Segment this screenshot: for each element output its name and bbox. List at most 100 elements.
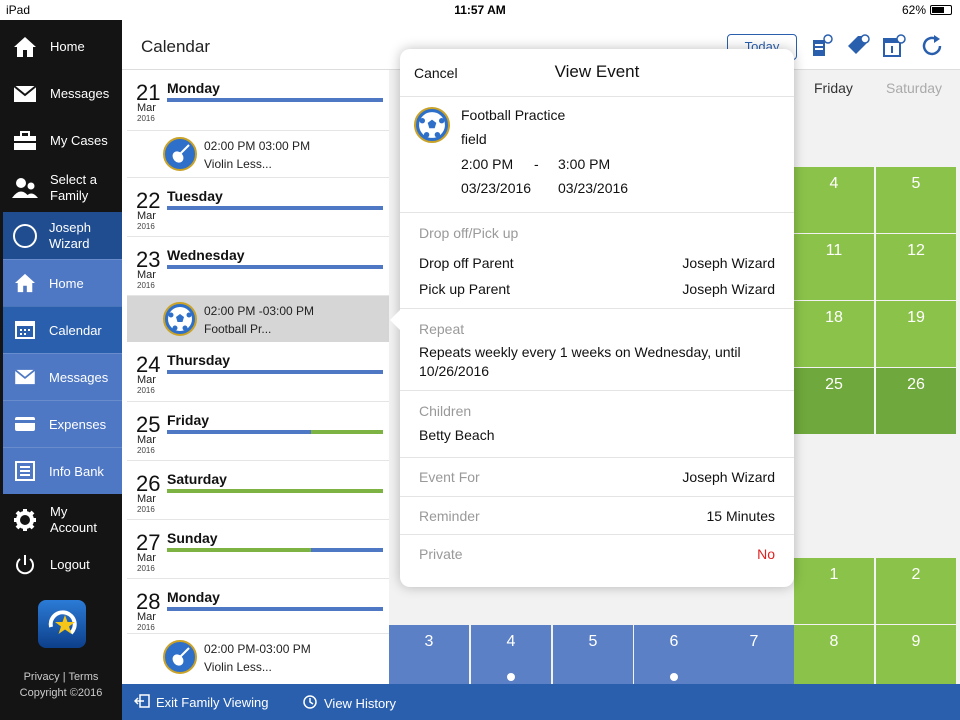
section-label: Drop off/Pick up [419,225,519,241]
sidebar-item-select-family[interactable]: Select a Family [0,164,122,211]
subitem-messages[interactable]: Messages [3,353,122,400]
add-list-icon[interactable] [810,34,834,58]
private-row: Private No [400,535,794,573]
day-cell[interactable]: 5 [553,625,633,691]
day-header[interactable]: 26 Mar 2016 Saturday [127,460,389,520]
list-item-selected[interactable]: 02:00 PM -03:00 PM Football Pr... [127,295,389,342]
exit-family-viewing-button[interactable]: Exit Family Viewing [133,694,268,711]
day-header[interactable]: 24 Mar 2016 Thursday [127,342,389,402]
event-summary: Football Practice field 2:00 PM - 3:00 P… [400,97,794,213]
day-header[interactable]: 21 Mar 2016 Monday [127,70,389,130]
history-label: View History [324,696,397,711]
day-cell[interactable]: 6 [634,625,714,691]
event-title: Football Practice [461,107,566,123]
day-number: 9 [911,633,921,650]
violin-icon [163,640,197,674]
subitem-info-bank[interactable]: Info Bank [3,447,122,494]
day-name: Monday [167,589,220,605]
day-cell[interactable]: 18 [794,301,874,367]
day-cell[interactable]: 11 [794,234,874,300]
sidebar-item-user[interactable]: Joseph Wizard [3,212,122,259]
day-bar [167,607,383,611]
time-separator: - [534,156,539,172]
day-name: Saturday [167,471,227,487]
reminder-label: Reminder [419,508,480,524]
day-year: 2016 [137,114,155,123]
day-cell[interactable]: 9 [876,625,956,691]
day-cell[interactable]: 2 [876,558,956,624]
day-month: Mar [137,269,156,281]
status-bar: iPad 11:57 AM 62% [0,0,960,20]
day-name: Friday [167,412,210,428]
day-cell[interactable]: 26 [876,368,956,434]
list-item[interactable]: 02:00 PM 03:00 PM Violin Less... [127,130,389,177]
add-event-icon[interactable] [882,34,906,58]
day-header[interactable]: 22 Mar 2016 Tuesday [127,177,389,237]
dropoff-section: Drop off/Pick up Drop off Parent Joseph … [400,213,794,309]
sidebar-item-my-cases[interactable]: My Cases [0,117,122,164]
envelope-icon [13,365,37,389]
subitem-label: Home [49,275,84,291]
subitem-expenses[interactable]: Expenses [3,400,122,447]
add-tag-icon[interactable] [846,34,870,58]
event-for-value: Joseph Wizard [682,469,775,485]
day-cell[interactable]: 25 [794,368,874,434]
bottom-bar: Exit Family Viewing View History [122,684,960,720]
day-cell[interactable]: 8 [794,625,874,691]
day-month: Mar [137,434,156,446]
day-year: 2016 [137,386,155,395]
day-cell[interactable]: 19 [876,301,956,367]
list-item[interactable]: 02:00 PM-03:00 PM Violin Less... [127,633,389,680]
day-bar [167,265,383,269]
day-header[interactable]: 25 Mar 2016 Friday [127,401,389,461]
sidebar-item-home[interactable]: Home [0,23,122,70]
day-cell[interactable]: 7 [714,625,794,691]
privacy-link[interactable]: Privacy [24,671,60,683]
home-icon [13,271,37,295]
envelope-icon [12,81,38,107]
day-header[interactable]: 23 Mar 2016 Wednesday [127,236,389,296]
day-header[interactable]: 27 Mar 2016 Sunday [127,519,389,579]
dropoff-label: Drop off Parent [419,255,514,271]
day-cell[interactable]: 5 [876,167,956,233]
agenda-list: 21 Mar 2016 Monday 02:00 PM 03:00 PM Vio… [127,70,389,684]
day-bar [167,98,383,102]
day-header[interactable]: 28 Mar 2016 Monday [127,578,389,638]
sidebar-item-logout[interactable]: Logout [0,541,122,588]
popup-title: View Event [554,62,640,81]
day-cell[interactable]: 1 [794,558,874,624]
app-logo [38,600,86,648]
day-cell[interactable]: 4 [471,625,551,691]
day-name: Wednesday [167,247,245,263]
sidebar-item-label: Select a Family [50,171,97,203]
day-month: Mar [137,374,156,386]
day-year: 2016 [137,564,155,573]
view-history-button[interactable]: View History [302,694,396,713]
day-cell[interactable]: 3 [389,625,469,691]
sidebar-item-my-account[interactable]: My Account [0,496,122,543]
event-start-time: 2:00 PM [461,156,514,172]
event-name: Violin Less... [204,660,272,674]
day-month: Mar [137,611,156,623]
section-label: Children [419,403,472,419]
day-year: 2016 [137,222,155,231]
refresh-icon[interactable] [920,34,944,58]
sidebar-item-messages[interactable]: Messages [0,70,122,117]
soccer-ball-icon [163,302,197,336]
day-name: Thursday [167,352,231,368]
terms-link[interactable]: Terms [68,671,98,683]
day-name: Sunday [167,530,218,546]
subitem-home[interactable]: Home [3,259,122,306]
power-icon [12,552,38,578]
day-cell[interactable]: 12 [876,234,956,300]
info-bank-icon [13,459,37,483]
credit-card-icon [13,412,37,436]
repeat-section: Repeat Repeats weekly every 1 weeks on W… [400,309,794,391]
event-time: 02:00 PM -03:00 PM [204,304,315,318]
repeat-text: Repeats weekly every 1 weeks on Wednesda… [419,344,741,379]
event-time: 02:00 PM-03:00 PM [204,642,311,656]
day-cell[interactable]: 4 [794,167,874,233]
pickup-label: Pick up Parent [419,281,511,297]
subitem-calendar[interactable]: Calendar [3,306,122,353]
day-year: 2016 [137,505,155,514]
